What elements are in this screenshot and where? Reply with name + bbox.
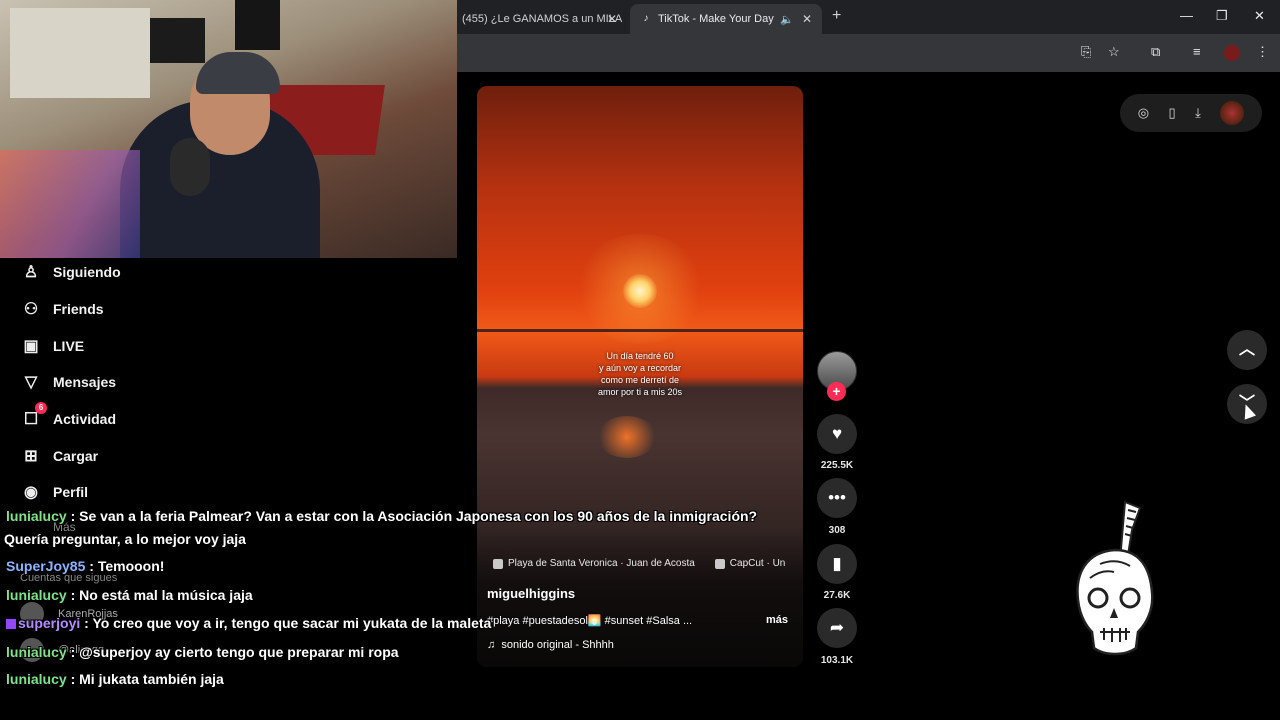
sidebar-item-label: Friends: [53, 301, 104, 317]
chat-username: lunialucy: [6, 508, 67, 524]
capcut-icon: [714, 558, 725, 569]
share-button[interactable]: ➦: [817, 608, 857, 648]
install-app-icon[interactable]: ⎘: [1081, 44, 1091, 60]
video-player[interactable]: Un día tendré 60 y aún voy a recordar co…: [477, 86, 803, 667]
bookmark-star-icon[interactable]: ☆: [1108, 44, 1120, 60]
following-icon: ♙: [23, 264, 39, 281]
mobile-app-icon[interactable]: ▯: [1169, 105, 1176, 121]
sidebar-item-label: LIVE: [53, 338, 85, 354]
sidebar-item-profile[interactable]: ◉ Perfil: [20, 482, 88, 502]
location-icon: [493, 558, 503, 569]
window-close-button[interactable]: ✕: [1254, 8, 1265, 24]
comment-button[interactable]: •••: [817, 478, 857, 518]
tab-title: (455) ¿Le GANAMOS a un MILA: [462, 13, 623, 25]
chat-username: lunialucy: [6, 587, 67, 603]
chevron-up-icon: ︿: [1238, 341, 1255, 358]
user-avatar[interactable]: [1220, 101, 1245, 125]
sound-label: sonido original - Shhhh: [501, 639, 614, 651]
sidebar-item-label: Mensajes: [53, 374, 117, 390]
minimize-button[interactable]: —: [1180, 8, 1193, 23]
comment-icon: •••: [828, 488, 846, 507]
screen: (455) ¿Le GANAMOS a un MILA ✕ ♪ TikTok -…: [0, 0, 1280, 720]
microphone-icon: [170, 138, 210, 196]
share-arrow-icon: ➦: [829, 618, 845, 637]
tab-title: TikTok - Make Your Day: [658, 13, 774, 25]
chat-message: SuperJoy85 : Temooon!: [6, 558, 164, 574]
sun-image: [623, 274, 657, 308]
chat-message: lunialucy : @superjoy ay cierto tengo qu…: [6, 644, 399, 660]
sidebar-item-label: Actividad: [53, 411, 117, 427]
chat-text: Quería preguntar, a lo mejor voy jaja: [4, 531, 246, 547]
bookmark-icon: ▮: [832, 554, 842, 573]
follow-plus-icon[interactable]: +: [827, 382, 846, 401]
browser-menu-icon[interactable]: ⋮: [1256, 44, 1269, 60]
tiktok-logo-icon: ♪: [643, 13, 649, 24]
comment-count: 308: [828, 525, 846, 536]
like-count: 225.5K: [820, 460, 854, 471]
chat-text: : Temooon!: [89, 558, 165, 574]
upload-icon: ⊞: [24, 448, 38, 465]
chat-message: lunialucy : Mi jukata también jaja: [6, 671, 224, 687]
chat-message: lunialucy : No está mal la música jaja: [6, 587, 253, 603]
share-count: 103.1K: [820, 655, 854, 666]
coins-icon[interactable]: ◎: [1138, 105, 1149, 121]
chat-message: superjoyi : Yo creo que voy a ir, tengo …: [6, 615, 491, 631]
expand-description-link[interactable]: más: [766, 614, 788, 626]
speaker-icon[interactable]: 🔈: [780, 13, 794, 26]
live-icon: ▣: [23, 338, 39, 355]
restore-button[interactable]: ❐: [1216, 8, 1228, 24]
capcut-label[interactable]: CapCut · Un: [730, 558, 786, 569]
messages-icon: ▽: [24, 374, 38, 391]
close-icon[interactable]: ✕: [802, 12, 812, 26]
like-button[interactable]: ♥: [817, 414, 857, 454]
save-button[interactable]: ▮: [817, 544, 857, 584]
sidebar-item-upload[interactable]: ⊞ Cargar: [20, 446, 98, 466]
video-author[interactable]: miguelhiggins: [487, 586, 575, 601]
chat-text: : No está mal la música jaja: [70, 587, 253, 603]
sidebar-item-live[interactable]: ▣ LIVE: [20, 336, 84, 356]
close-icon[interactable]: ✕: [607, 12, 617, 26]
video-hashtags[interactable]: #playa #puestadesol🌅 #sunset #Salsa ...: [487, 614, 692, 627]
video-anchors[interactable]: Playa de Santa Veronica · Juan de Acosta…: [493, 558, 785, 569]
profile-icon: ◉: [24, 484, 38, 501]
chat-username: lunialucy: [6, 671, 67, 687]
friends-icon: ⚇: [23, 301, 39, 318]
sidebar-item-label: Cargar: [53, 448, 99, 464]
activity-icon: ☐ 6: [20, 402, 47, 429]
chat-username: superjoyi: [18, 615, 81, 631]
video-sound[interactable]: ♫ sonido original - Shhhh: [487, 639, 614, 651]
media-control-icon[interactable]: ≡: [1193, 44, 1201, 59]
sidebar-item-label: Siguiendo: [53, 264, 121, 280]
skull-sticker-image: [1076, 500, 1154, 656]
chat-username: lunialucy: [6, 644, 67, 660]
sidebar-item-friends[interactable]: ⚇ Friends: [20, 299, 104, 319]
location-label[interactable]: Playa de Santa Veronica · Juan de Acosta: [508, 558, 695, 569]
notification-badge: 6: [35, 402, 47, 414]
heart-icon: ♥: [831, 424, 843, 443]
chat-text: : @superjoy ay cierto tengo que preparar…: [70, 644, 399, 660]
chat-text: : Yo creo que voy a ir, tengo que sacar …: [84, 615, 492, 631]
chat-text: : Se van a la feria Palmear? Van a estar…: [70, 508, 758, 524]
chat-message: lunialucy : Se van a la feria Palmear? V…: [6, 508, 757, 524]
chat-message: Quería preguntar, a lo mejor voy jaja: [4, 531, 246, 547]
download-icon[interactable]: ⤓: [1195, 105, 1201, 121]
webcam-overlay: [0, 0, 457, 258]
sidebar-item-messages[interactable]: ▽ Mensajes: [20, 372, 116, 392]
sidebar-item-following[interactable]: ♙ Siguiendo: [20, 262, 121, 282]
chat-username: SuperJoy85: [6, 558, 86, 574]
subscriber-badge-icon: [6, 619, 16, 630]
browser-tab-youtube[interactable]: (455) ¿Le GANAMOS a un MILA ✕: [452, 4, 627, 34]
browser-tab-tiktok[interactable]: ♪ TikTok - Make Your Day 🔈 ✕: [630, 4, 822, 34]
profile-avatar-icon[interactable]: [1224, 45, 1240, 61]
save-count: 27.6K: [823, 590, 851, 601]
sidebar-item-label: Perfil: [53, 484, 89, 500]
new-tab-button[interactable]: +: [832, 7, 841, 25]
video-text-overlay: Un día tendré 60 y aún voy a recordar co…: [597, 351, 683, 397]
extensions-icon[interactable]: ⧉: [1151, 44, 1160, 60]
top-right-toolbar: ◎ ▯ ⤓: [1120, 94, 1262, 132]
chat-text: : Mi jukata también jaja: [70, 671, 224, 687]
sidebar-item-activity[interactable]: ☐ 6 Actividad: [20, 402, 117, 429]
previous-video-button[interactable]: ︿: [1227, 330, 1267, 370]
